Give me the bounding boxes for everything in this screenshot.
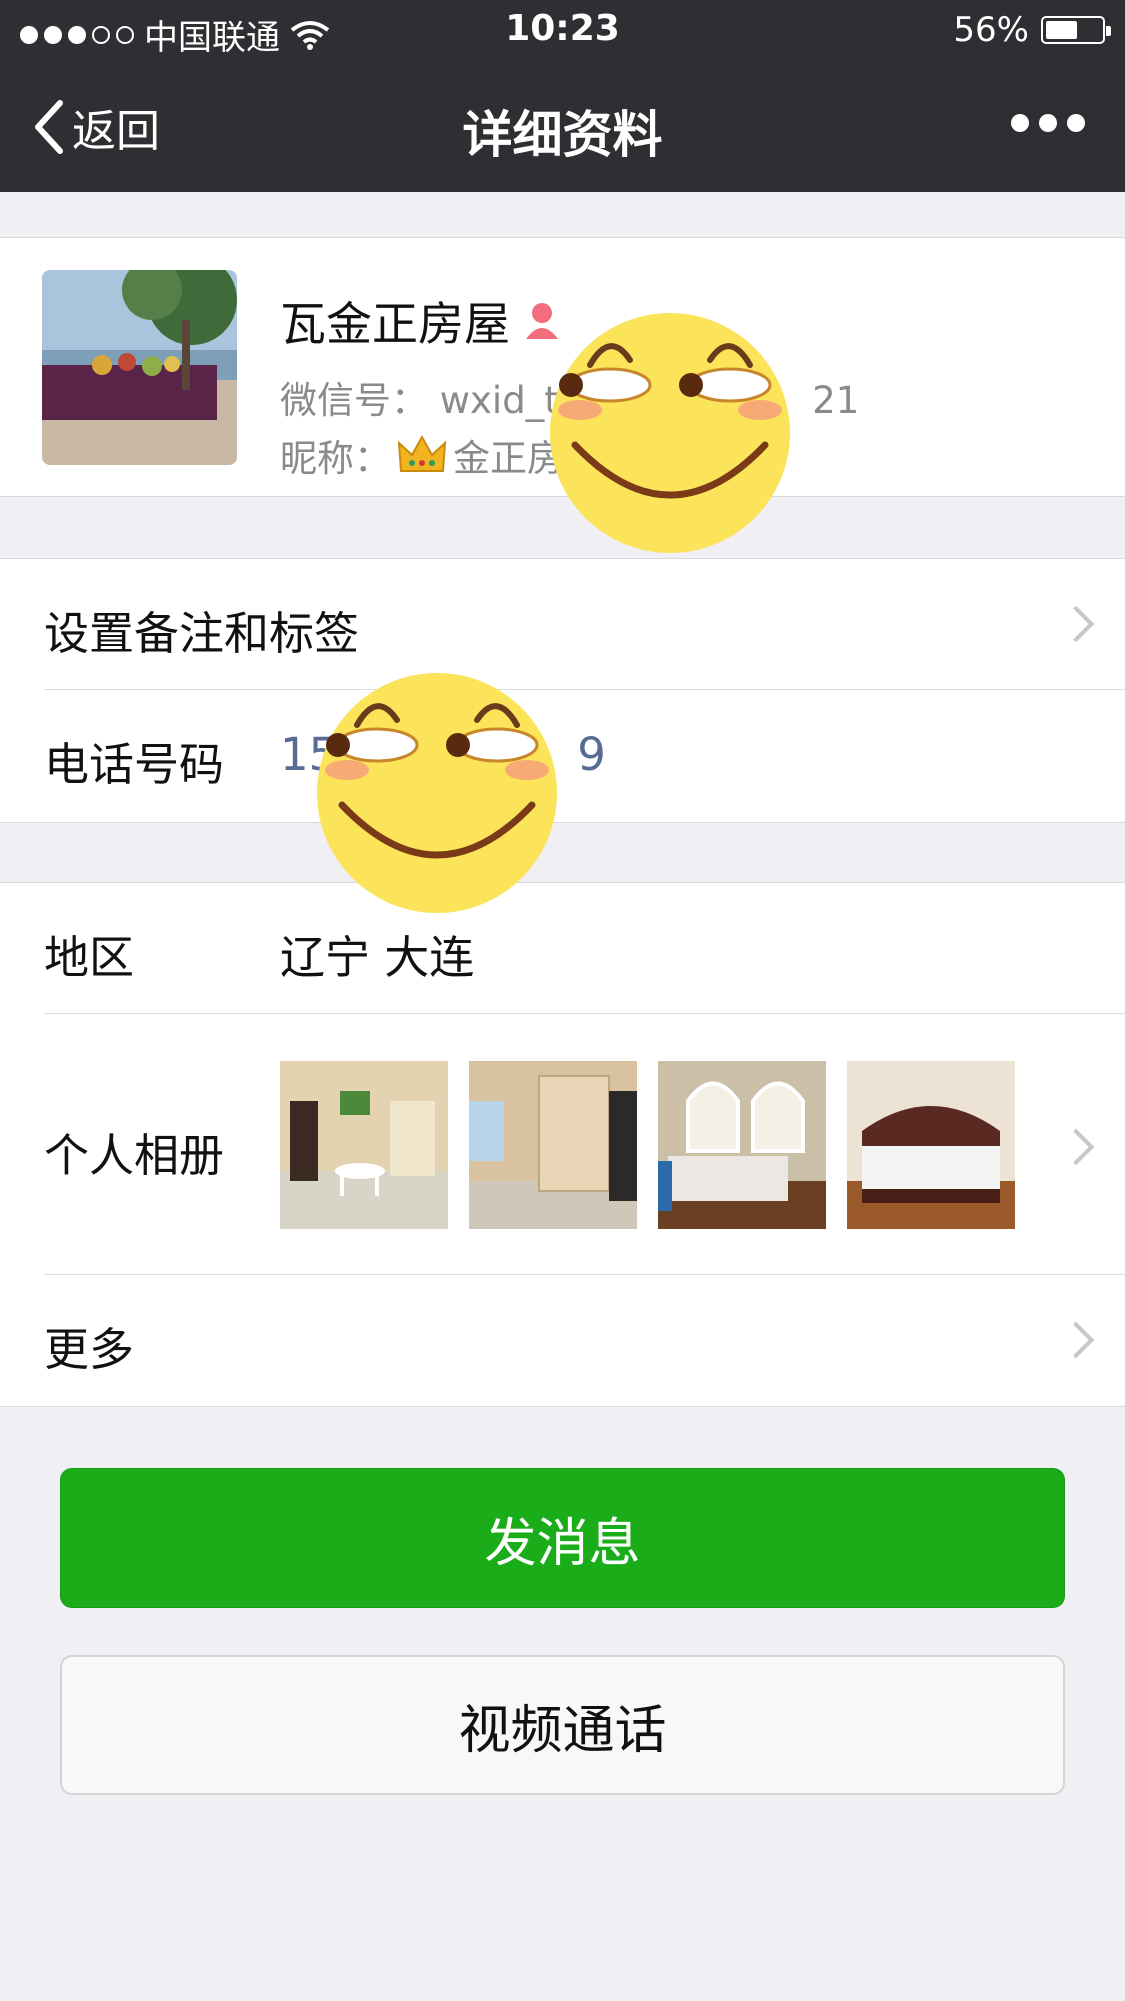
region-label: 地区 <box>44 931 135 984</box>
video-call-button[interactable]: 视频通话 <box>60 1655 1065 1795</box>
wechat-id-end: 21 <box>812 379 860 422</box>
region-value: 辽宁 大连 <box>280 931 475 984</box>
album-photo[interactable] <box>280 1061 448 1229</box>
wechat-id-label: 微信号： <box>280 379 428 422</box>
smirk-emoji-sticker <box>317 673 557 913</box>
chevron-right-icon <box>1057 605 1095 643</box>
set-remark-label: 设置备注和标签 <box>44 607 360 660</box>
chevron-right-icon <box>1057 1321 1095 1359</box>
album-row[interactable]: 个人相册 <box>0 1014 1125 1274</box>
album-photos[interactable] <box>280 1061 1015 1229</box>
album-photo[interactable] <box>658 1061 826 1229</box>
send-message-button[interactable]: 发消息 <box>60 1468 1065 1608</box>
crown-icon <box>397 434 447 472</box>
more-dot-icon <box>1011 114 1029 132</box>
phone-row[interactable]: 电话号码 15 9 <box>0 690 1125 820</box>
status-bar: 中国联通 10:23 56% <box>0 0 1125 62</box>
contact-card: 设置备注和标签 电话号码 15 9 <box>0 558 1125 823</box>
more-dot-icon <box>1067 114 1085 132</box>
more-row[interactable]: 更多 <box>0 1275 1125 1405</box>
smirk-emoji-sticker <box>550 313 790 553</box>
nickname-row: 昵称： 金正房 <box>280 428 564 482</box>
more-label: 更多 <box>44 1323 135 1376</box>
avatar[interactable] <box>42 270 237 465</box>
album-photo[interactable] <box>469 1061 637 1229</box>
profile-name: 瓦金正房屋 <box>280 297 510 351</box>
more-options-button[interactable] <box>1011 114 1085 132</box>
album-label: 个人相册 <box>44 1129 225 1182</box>
chevron-right-icon <box>1057 1128 1095 1166</box>
region-row: 地区 辽宁 大连 <box>0 883 1125 1013</box>
battery-percent: 56% <box>953 10 1029 50</box>
profile-name-row: 瓦金正房屋 <box>280 288 564 354</box>
page-title: 详细资料 <box>462 106 663 164</box>
battery-icon <box>1041 16 1111 44</box>
nav-bar: 返回 详细资料 <box>0 62 1125 192</box>
more-dot-icon <box>1039 114 1057 132</box>
phone-number-end: 9 <box>577 728 606 781</box>
phone-label: 电话号码 <box>44 738 225 791</box>
info-card: 地区 辽宁 大连 个人相册 更多 <box>0 882 1125 1407</box>
set-remark-row[interactable]: 设置备注和标签 <box>0 559 1125 689</box>
album-photo[interactable] <box>847 1061 1015 1229</box>
wechat-id-start: wxid_t <box>439 379 559 422</box>
nickname-label: 昵称： <box>280 437 391 480</box>
